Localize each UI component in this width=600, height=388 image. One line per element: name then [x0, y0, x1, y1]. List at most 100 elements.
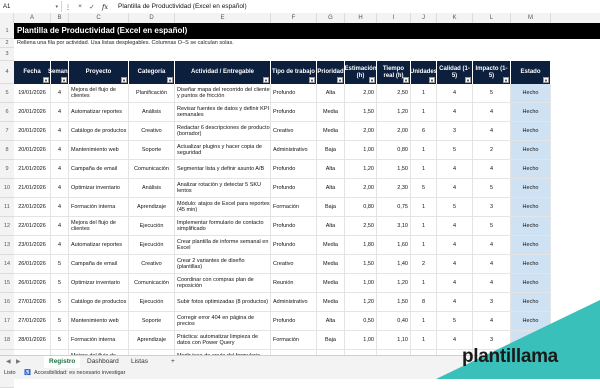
- status-cell[interactable]: Hecho: [511, 274, 551, 293]
- table-cell[interactable]: Ejecución: [129, 217, 175, 236]
- table-cell[interactable]: Aprendizaje: [129, 331, 175, 350]
- table-cell[interactable]: 1,10: [377, 331, 411, 350]
- table-cell[interactable]: Media: [317, 122, 345, 141]
- table-cell[interactable]: Análisis: [129, 179, 175, 198]
- column-header[interactable]: I: [377, 13, 411, 23]
- table-cell[interactable]: 27/01/2026: [14, 293, 51, 312]
- table-cell[interactable]: 26/01/2026: [14, 274, 51, 293]
- row-header[interactable]: 6: [0, 103, 14, 122]
- table-cell[interactable]: Segmentar lista y definir asunto A/B: [175, 160, 271, 179]
- table-cell[interactable]: Alta: [317, 160, 345, 179]
- more-options-icon[interactable]: ⋮: [62, 3, 74, 11]
- table-cell[interactable]: Mejora del flujo de clientes: [69, 84, 129, 103]
- sheet-title[interactable]: Plantilla de Productividad (Excel en esp…: [14, 23, 600, 39]
- table-header-cell[interactable]: Calidad (1-5) ▾: [437, 61, 473, 84]
- table-cell[interactable]: 4: [473, 122, 511, 141]
- table-header-cell[interactable]: Unidades ▾: [410, 61, 437, 84]
- row-header[interactable]: 7: [0, 122, 14, 141]
- filter-dropdown-icon[interactable]: ▾: [43, 77, 49, 83]
- confirm-icon[interactable]: ✓: [86, 3, 98, 11]
- filter-dropdown-icon[interactable]: ▾: [403, 77, 409, 83]
- table-cell[interactable]: 26/01/2026: [14, 255, 51, 274]
- table-cell[interactable]: 1,50: [345, 103, 377, 122]
- table-cell[interactable]: 27/01/2026: [14, 312, 51, 331]
- row-header[interactable]: 12: [0, 217, 14, 236]
- table-cell[interactable]: Implementar formulario de contacto simpl…: [175, 217, 271, 236]
- column-header[interactable]: A: [14, 13, 51, 23]
- name-box[interactable]: A1 ▾: [0, 1, 62, 12]
- status-cell[interactable]: Hecho: [511, 255, 551, 274]
- table-cell[interactable]: 4: [51, 179, 69, 198]
- table-cell[interactable]: 22/01/2026: [14, 217, 51, 236]
- row-header[interactable]: 1: [0, 23, 14, 39]
- table-header-cell[interactable]: Estimación (h) ▾: [345, 61, 377, 84]
- table-cell[interactable]: 2,00: [345, 179, 377, 198]
- table-cell[interactable]: 4: [437, 84, 473, 103]
- table-cell[interactable]: Optimizar inventario: [69, 274, 129, 293]
- table-cell[interactable]: Baja: [317, 331, 345, 350]
- table-cell[interactable]: 20/01/2026: [14, 141, 51, 160]
- table-cell[interactable]: 5: [473, 179, 511, 198]
- table-cell[interactable]: 1,20: [345, 293, 377, 312]
- table-header-cell[interactable]: Impacto (1-5) ▾: [473, 61, 511, 84]
- table-cell[interactable]: 5: [51, 274, 69, 293]
- status-cell[interactable]: Hecho: [511, 217, 551, 236]
- status-cell[interactable]: Hecho: [511, 103, 551, 122]
- table-cell[interactable]: 0,80: [345, 198, 377, 217]
- table-cell[interactable]: Catálogo de productos: [69, 293, 129, 312]
- table-cell[interactable]: 5: [51, 331, 69, 350]
- column-header[interactable]: C: [69, 13, 129, 23]
- table-cell[interactable]: Redactar 6 descripciones de producto (bo…: [175, 122, 271, 141]
- column-header[interactable]: H: [345, 13, 377, 23]
- table-cell[interactable]: Creativo: [129, 122, 175, 141]
- table-cell[interactable]: Comunicación: [129, 160, 175, 179]
- table-cell[interactable]: 4: [51, 122, 69, 141]
- table-cell[interactable]: 0,40: [377, 312, 411, 331]
- table-cell[interactable]: 4: [51, 217, 69, 236]
- table-cell[interactable]: 1: [411, 312, 437, 331]
- table-cell[interactable]: 4: [437, 160, 473, 179]
- table-cell[interactable]: 21/01/2026: [14, 179, 51, 198]
- table-cell[interactable]: Automatizar reportes: [69, 103, 129, 122]
- table-header-cell[interactable]: Tipo de trabajo ▾: [271, 61, 317, 84]
- table-cell[interactable]: Catálogo de productos: [69, 122, 129, 141]
- table-cell[interactable]: Baja: [317, 141, 345, 160]
- filter-dropdown-icon[interactable]: ▾: [369, 77, 375, 83]
- table-cell[interactable]: 1,00: [345, 274, 377, 293]
- table-cell[interactable]: Media: [317, 103, 345, 122]
- status-cell[interactable]: Hecho: [511, 141, 551, 160]
- table-cell[interactable]: Coordinar con compras plan de reposición: [175, 274, 271, 293]
- table-cell[interactable]: 5: [411, 179, 437, 198]
- sheet-instructions[interactable]: Rellena una fila por actividad. Usa list…: [14, 39, 600, 48]
- table-cell[interactable]: 1: [411, 198, 437, 217]
- table-cell[interactable]: Mantenimiento web: [69, 312, 129, 331]
- table-cell[interactable]: 1: [411, 331, 437, 350]
- table-cell[interactable]: 5: [437, 198, 473, 217]
- table-cell[interactable]: 23/01/2026: [14, 236, 51, 255]
- table-cell[interactable]: 20/01/2026: [14, 103, 51, 122]
- filter-dropdown-icon[interactable]: ▾: [337, 77, 343, 83]
- table-cell[interactable]: Corregir error 404 en página de precios: [175, 312, 271, 331]
- table-cell[interactable]: Alta: [317, 179, 345, 198]
- table-cell[interactable]: 2,00: [345, 84, 377, 103]
- table-cell[interactable]: Análisis: [129, 103, 175, 122]
- table-cell[interactable]: Módulo: atajos de Excel para reportes (4…: [175, 198, 271, 217]
- table-cell[interactable]: Ejecución: [129, 236, 175, 255]
- row-header[interactable]: 17: [0, 312, 14, 331]
- row-header[interactable]: 3: [0, 48, 14, 61]
- table-cell[interactable]: Campaña de email: [69, 160, 129, 179]
- table-cell[interactable]: 4: [473, 103, 511, 122]
- status-cell[interactable]: Hecho: [511, 198, 551, 217]
- filter-dropdown-icon[interactable]: ▾: [121, 77, 127, 83]
- column-header[interactable]: G: [317, 13, 345, 23]
- select-all-corner[interactable]: [0, 13, 14, 23]
- table-header-cell[interactable]: Categoría ▾: [129, 61, 175, 84]
- table-cell[interactable]: 5: [437, 141, 473, 160]
- filter-dropdown-icon[interactable]: ▾: [465, 77, 471, 83]
- table-cell[interactable]: Administrativo: [271, 141, 317, 160]
- filter-dropdown-icon[interactable]: ▾: [429, 77, 435, 83]
- table-cell[interactable]: 1,50: [377, 160, 411, 179]
- filter-dropdown-icon[interactable]: ▾: [61, 77, 67, 83]
- table-cell[interactable]: 1,50: [377, 293, 411, 312]
- table-cell[interactable]: 1,20: [377, 103, 411, 122]
